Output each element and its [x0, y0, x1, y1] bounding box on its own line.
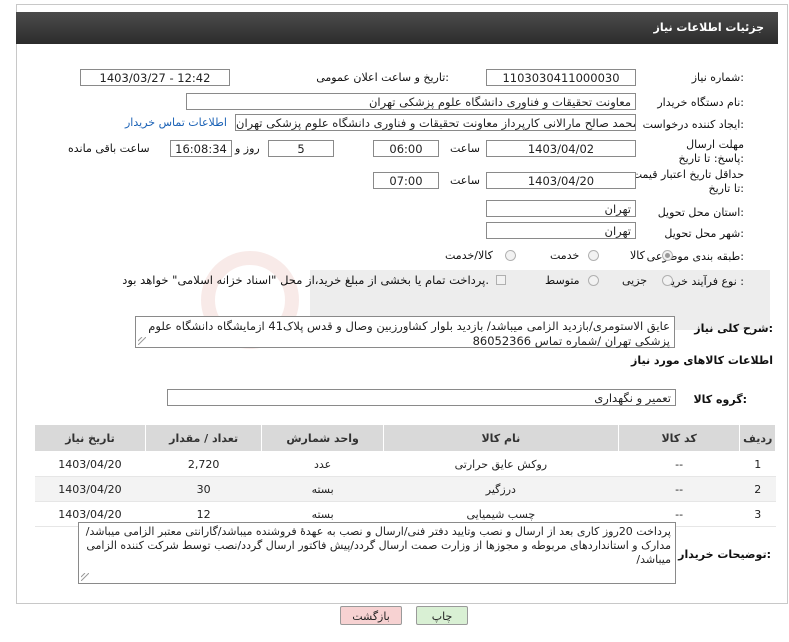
table-row[interactable]: 1 -- روکش عایق حرارتی عدد 2,720 1403/04/…: [34, 451, 776, 477]
resize-grip-icon[interactable]: [138, 337, 146, 345]
need-number-field[interactable]: 1103030411000030: [486, 69, 636, 86]
print-button[interactable]: چاپ: [416, 606, 468, 625]
cell-name: روکش عایق حرارتی: [383, 451, 619, 477]
cell-row: 1: [739, 451, 776, 477]
description-label: شرح کلی نیاز:: [694, 322, 773, 335]
description-text: عایق الاستومری/بازدید الزامی میباشد/ باز…: [148, 319, 670, 348]
announce-label: تاریخ و ساعت اعلان عمومی:: [316, 71, 449, 84]
buyer-notes-label: توضیحات خریدار:: [678, 548, 771, 561]
cell-qty: 2,720: [145, 451, 262, 477]
cell-row: 3: [739, 501, 776, 527]
deadline-time-field[interactable]: 06:00: [373, 140, 439, 157]
description-area[interactable]: عایق الاستومری/بازدید الزامی میباشد/ باز…: [135, 316, 675, 348]
col-unit: واحد شمارش: [261, 424, 384, 452]
table-header-row: ردیف کد کالا نام کالا واحد شمارش تعداد /…: [34, 424, 776, 452]
purchase-small-label: جزیی: [622, 274, 648, 287]
back-button[interactable]: بازگشت: [340, 606, 402, 625]
col-date: تاریخ نیاز: [34, 424, 146, 452]
price-valid-time-label: ساعت: [450, 174, 480, 187]
remaining-label: ساعت باقی مانده: [68, 142, 150, 155]
purchase-radio-medium[interactable]: [588, 275, 599, 286]
buyer-org-label: نام دستگاه خریدار:: [657, 96, 744, 109]
table-row[interactable]: 2 -- درزگیر بسته 30 1403/04/20: [34, 476, 776, 502]
price-valid-date-field[interactable]: 1403/04/20: [486, 172, 636, 189]
category-radio-goods[interactable]: [662, 250, 673, 261]
buyer-contact-link[interactable]: اطلاعات تماس خریدار: [125, 116, 227, 129]
requester-field[interactable]: محمد صالح مارالانی کارپرداز معاونت تحقیق…: [235, 114, 636, 131]
category-service-label: خدمت: [550, 249, 580, 262]
cell-name: درزگیر: [383, 476, 619, 502]
cell-code: --: [618, 476, 740, 502]
province-field[interactable]: تهران: [486, 200, 636, 217]
days-field[interactable]: 5: [268, 140, 334, 157]
deadline-time-label: ساعت: [450, 142, 480, 155]
deadline-label: مهلت ارسال پاسخ: تا تاریخ:: [678, 138, 744, 165]
goods-group-field[interactable]: تعمیر و نگهداری: [167, 389, 676, 406]
goods-info-title: اطلاعات کالاهای مورد نیاز: [631, 354, 773, 367]
col-qty: تعداد / مقدار: [144, 424, 263, 452]
deadline-date-field[interactable]: 1403/04/02: [486, 140, 636, 157]
city-label: شهر محل تحویل:: [664, 227, 744, 240]
requester-label: ایجاد کننده درخواست:: [642, 118, 744, 131]
category-goods-label: کالا: [630, 249, 645, 262]
buyer-notes-text: پرداخت 20روز کاری بعد از ارسال و نصب وتا…: [85, 525, 671, 566]
category-both-label: کالا/خدمت: [445, 249, 493, 262]
remaining-time-field[interactable]: 16:08:34: [170, 140, 232, 157]
category-radio-both[interactable]: [505, 250, 516, 261]
purchase-type-label: نوع فرآیند خرید :: [666, 275, 744, 288]
purchase-medium-label: متوسط: [545, 274, 580, 287]
buyer-org-field[interactable]: معاونت تحقیقات و فناوری دانشگاه علوم پزش…: [186, 93, 636, 110]
page-header: جزئیات اطلاعات نیاز: [16, 12, 778, 44]
col-row: ردیف: [739, 424, 776, 452]
items-table: ردیف کد کالا نام کالا واحد شمارش تعداد /…: [34, 424, 776, 527]
cell-row: 2: [739, 476, 776, 502]
col-code: کد کالا: [617, 424, 741, 452]
days-label: روز و: [235, 142, 260, 155]
cell-date: 1403/04/20: [34, 476, 146, 502]
category-radio-service[interactable]: [588, 250, 599, 261]
treasury-note: پرداخت تمام یا بخشی از مبلغ خرید،از محل …: [122, 273, 489, 287]
price-valid-label: حداقل تاریخ اعتبار قیمت: تا تاریخ:: [628, 168, 744, 195]
buyer-notes-area[interactable]: پرداخت 20روز کاری بعد از ارسال و نصب وتا…: [78, 522, 676, 584]
cell-code: --: [618, 451, 740, 477]
city-field[interactable]: تهران: [486, 222, 636, 239]
need-number-label: شماره نیاز:: [691, 71, 744, 84]
cell-date: 1403/04/20: [34, 451, 146, 477]
cell-unit: عدد: [261, 451, 384, 477]
cell-qty: 30: [145, 476, 262, 502]
goods-group-label: گروه کالا:: [693, 393, 747, 406]
price-valid-time-field[interactable]: 07:00: [373, 172, 439, 189]
resize-grip-icon[interactable]: [81, 573, 89, 581]
province-label: استان محل تحویل:: [657, 206, 744, 219]
col-name: نام کالا: [382, 424, 619, 452]
cell-unit: بسته: [261, 476, 384, 502]
treasury-checkbox[interactable]: [496, 275, 506, 285]
purchase-radio-small[interactable]: [662, 275, 673, 286]
announce-field[interactable]: 1403/03/27 - 12:42: [80, 69, 230, 86]
page-title: جزئیات اطلاعات نیاز: [653, 21, 765, 34]
